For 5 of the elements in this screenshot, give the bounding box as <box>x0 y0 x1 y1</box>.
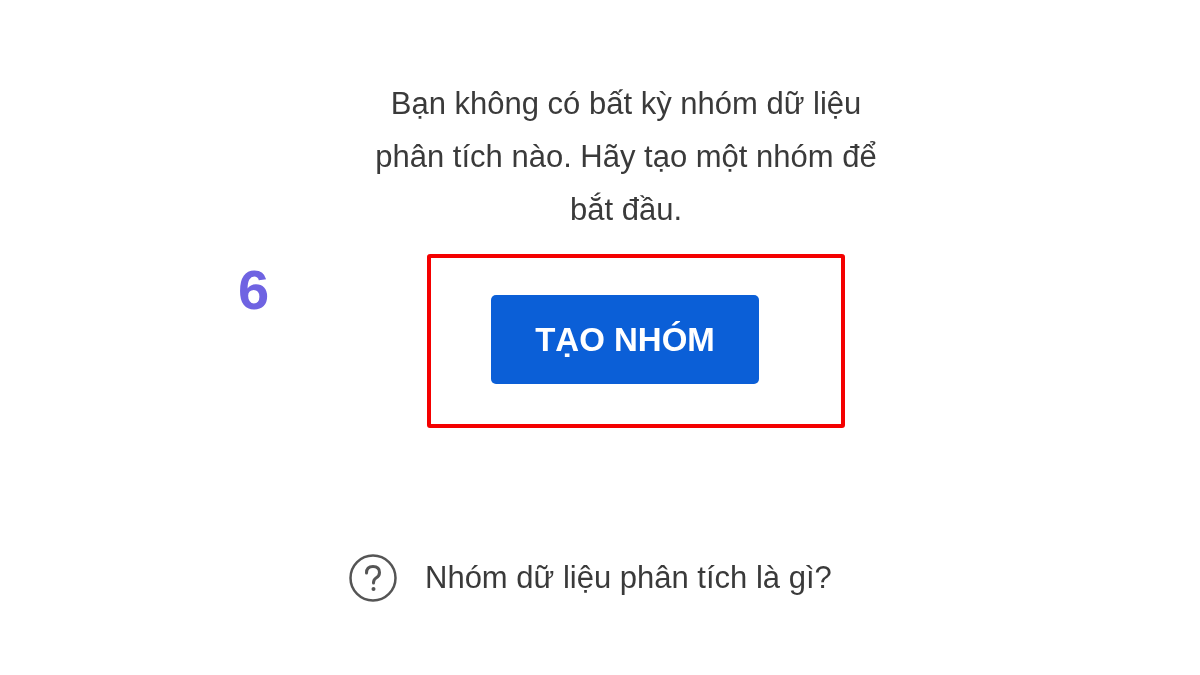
help-link[interactable]: Nhóm dữ liệu phân tích là gì? <box>349 554 832 602</box>
help-icon <box>349 554 397 602</box>
create-group-button[interactable]: TẠO NHÓM <box>491 295 759 384</box>
step-number: 6 <box>238 262 270 318</box>
empty-state-message: Bạn không có bất kỳ nhóm dữ liệu phân tích nào. Hãy tạo một nhóm để bắt đầu. <box>374 85 878 229</box>
